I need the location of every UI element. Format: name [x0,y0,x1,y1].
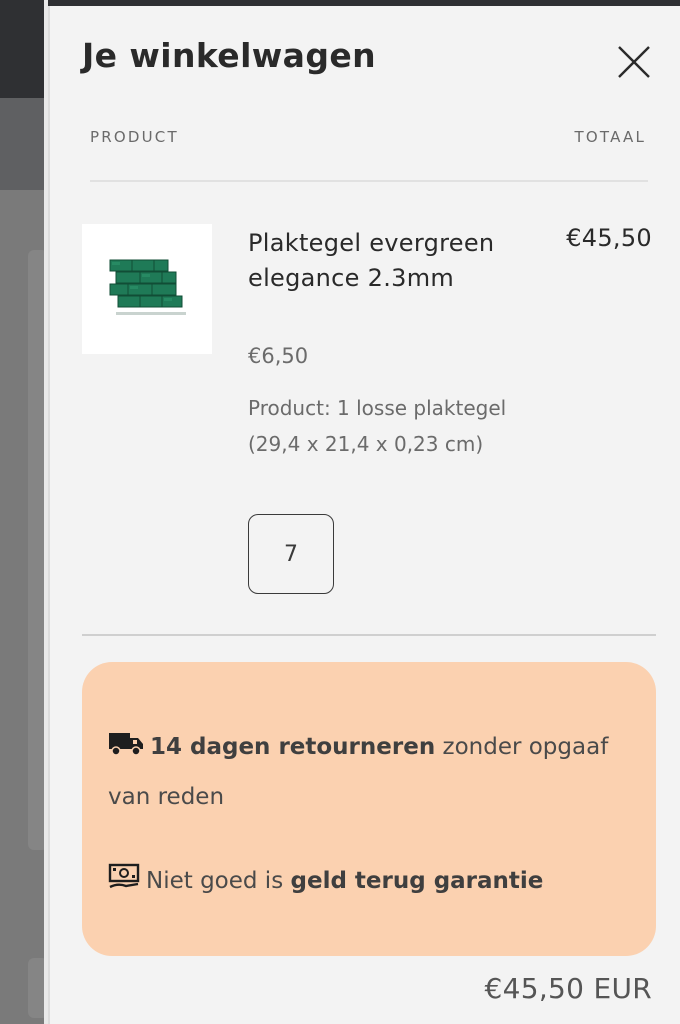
product-name-link[interactable]: Plaktegel evergreen elegance 2.3mm [248,226,528,296]
cart-drawer: Je winkelwagen PRODUCT TOTAAL Plaktegel … [48,6,680,1024]
quantity-input[interactable]: 7 [248,514,334,594]
close-icon [618,46,650,78]
promo-box: 14 dagen retourneren zonder opgaaf van r… [82,662,656,956]
green-tile-thumbnail [109,259,186,315]
cart-title: Je winkelwagen [82,36,377,75]
guarantee-prefix: Niet goed is [146,868,291,894]
close-button[interactable] [616,44,652,80]
guarantee-bold: geld terug garantie [290,868,544,894]
cash-icon [108,861,140,908]
unit-price: €6,50 [248,344,309,368]
column-header-total: TOTAAL [574,128,646,146]
truck-icon [108,727,144,774]
product-image[interactable] [82,224,212,354]
header-divider [90,180,648,182]
cart-subtotal: €45,50 EUR [484,972,652,1005]
column-header-product: PRODUCT [90,128,179,146]
returns-bold: 14 dagen retourneren [150,734,436,760]
item-divider [82,634,656,636]
product-variant: Product: 1 losse plaktegel (29,4 x 21,4 … [248,396,507,456]
returns-text: 14 dagen retourneren zonder opgaaf van r… [108,724,638,821]
guarantee-text: Niet goed is geld terug garantie [108,858,638,908]
line-total: €45,50 [566,224,652,252]
